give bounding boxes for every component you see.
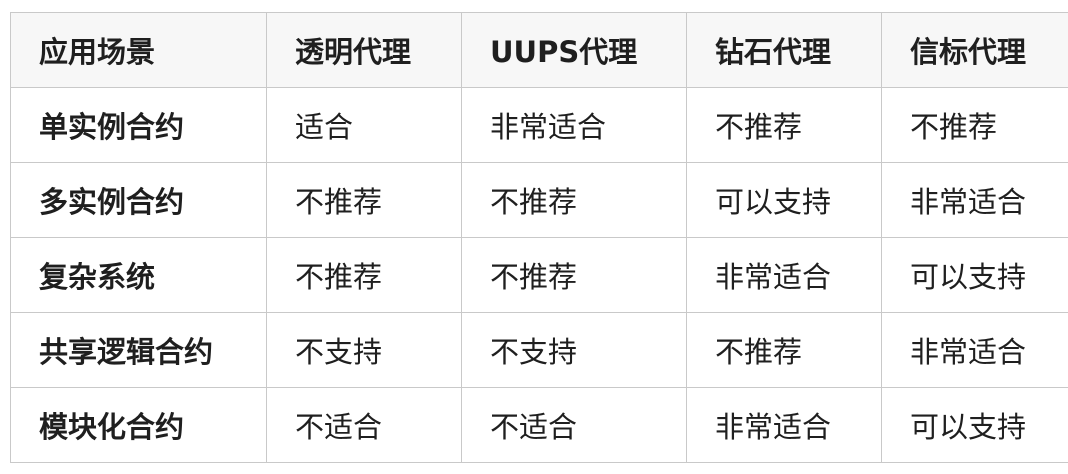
row-label: 共享逻辑合约: [10, 312, 267, 388]
table-cell: 不适合: [461, 387, 687, 463]
header-cell-scenario: 应用场景: [10, 12, 267, 88]
table-cell: 可以支持: [686, 162, 882, 238]
table-cell: 可以支持: [881, 237, 1068, 313]
table-cell: 非常适合: [461, 87, 687, 163]
header-cell-uups-proxy: UUPS代理: [461, 12, 687, 88]
table-row: 单实例合约 适合 非常适合 不推荐 不推荐: [10, 87, 1068, 163]
header-row: 应用场景 透明代理 UUPS代理 钻石代理 信标代理: [10, 12, 1068, 88]
document-page: 应用场景 透明代理 UUPS代理 钻石代理 信标代理 单实例合约 适合 非常适合…: [0, 0, 1068, 474]
table-cell: 不推荐: [686, 312, 882, 388]
table-cell: 非常适合: [686, 237, 882, 313]
table-cell: 不推荐: [266, 162, 462, 238]
row-label: 复杂系统: [10, 237, 267, 313]
table-header: 应用场景 透明代理 UUPS代理 钻石代理 信标代理: [10, 12, 1068, 88]
table-cell: 可以支持: [881, 387, 1068, 463]
proxy-comparison-table: 应用场景 透明代理 UUPS代理 钻石代理 信标代理 单实例合约 适合 非常适合…: [10, 12, 1068, 463]
table-cell: 非常适合: [881, 162, 1068, 238]
table-cell: 非常适合: [881, 312, 1068, 388]
table-row: 复杂系统 不推荐 不推荐 非常适合 可以支持: [10, 237, 1068, 313]
header-cell-transparent-proxy: 透明代理: [266, 12, 462, 88]
table-body: 单实例合约 适合 非常适合 不推荐 不推荐 多实例合约 不推荐 不推荐 可以支持…: [10, 87, 1068, 463]
table-row: 模块化合约 不适合 不适合 非常适合 可以支持: [10, 387, 1068, 463]
header-cell-beacon-proxy: 信标代理: [881, 12, 1068, 88]
table-cell: 非常适合: [686, 387, 882, 463]
row-label: 模块化合约: [10, 387, 267, 463]
table-cell: 不适合: [266, 387, 462, 463]
table-cell: 适合: [266, 87, 462, 163]
table-cell: 不推荐: [461, 237, 687, 313]
header-cell-diamond-proxy: 钻石代理: [686, 12, 882, 88]
row-label: 单实例合约: [10, 87, 267, 163]
table-row: 共享逻辑合约 不支持 不支持 不推荐 非常适合: [10, 312, 1068, 388]
row-label: 多实例合约: [10, 162, 267, 238]
table-cell: 不推荐: [461, 162, 687, 238]
table-cell: 不推荐: [266, 237, 462, 313]
table-row: 多实例合约 不推荐 不推荐 可以支持 非常适合: [10, 162, 1068, 238]
table-cell: 不支持: [461, 312, 687, 388]
table-cell: 不支持: [266, 312, 462, 388]
table-cell: 不推荐: [686, 87, 882, 163]
table-cell: 不推荐: [881, 87, 1068, 163]
